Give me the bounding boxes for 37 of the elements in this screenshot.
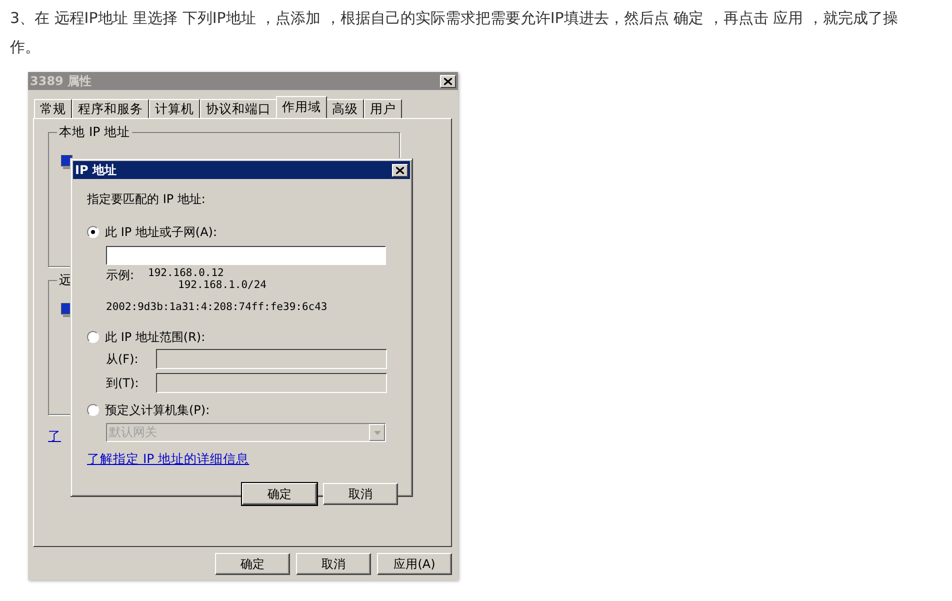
window-title: 3389 属性 xyxy=(30,72,92,90)
example-address: 192.168.0.12 xyxy=(148,267,225,279)
input-field[interactable] xyxy=(106,246,386,265)
help-link[interactable]: 了解指定 IP 地址的详细信息 xyxy=(87,451,250,468)
radio-button[interactable] xyxy=(87,331,99,343)
input-field[interactable] xyxy=(156,349,387,369)
close-button[interactable] xyxy=(392,164,408,176)
instruction-text: 3、在 远程IP地址 里选择 下列IP地址 ，点添加 ，根据自己的实际需求把需要允许IP填进去，然后点 确定 ，再点击 应用 ，就完成了操作。 xyxy=(9,8,899,58)
close-icon xyxy=(396,166,404,174)
dialog-button[interactable]: 取消 xyxy=(296,553,371,575)
example-address: 192.168.1.0/24 xyxy=(177,279,267,291)
tab[interactable]: 常规 xyxy=(34,99,72,118)
radio-button[interactable] xyxy=(87,404,99,416)
tab[interactable]: 用户 xyxy=(364,99,402,118)
dialog-button[interactable]: 取消 xyxy=(323,483,398,505)
option-label: 此 IP 地址或子网(A): xyxy=(105,224,218,240)
option-label: 此 IP 地址范围(R): xyxy=(105,328,206,346)
window-title: IP 地址 xyxy=(75,162,116,178)
tab[interactable]: 高级 xyxy=(326,99,364,118)
tab[interactable]: 作用域 xyxy=(276,96,327,118)
prompt-text: 指定要匹配的 IP 地址: xyxy=(87,191,206,208)
radio-button[interactable] xyxy=(87,226,99,238)
field-label: 到(T): xyxy=(106,374,140,392)
help-link[interactable]: 了 xyxy=(48,428,61,443)
example-label: 示例: xyxy=(106,267,136,284)
close-icon xyxy=(444,78,452,84)
caret-icon xyxy=(374,430,380,434)
tab[interactable]: 计算机 xyxy=(149,99,200,118)
close-button[interactable] xyxy=(440,74,456,88)
example-address: 2002:9d3b:1a31:4:208:74ff:fe39:6c43 xyxy=(106,301,328,313)
field-label: 从(F): xyxy=(106,350,140,368)
input-field[interactable] xyxy=(156,373,387,393)
dialog-button[interactable]: 确定 xyxy=(242,483,317,505)
option-label: 预定义计算机集(P): xyxy=(105,402,210,418)
dialog-button[interactable]: 应用(A) xyxy=(377,553,452,575)
tab[interactable]: 程序和服务 xyxy=(72,99,149,118)
dialog-button[interactable]: 确定 xyxy=(215,553,290,575)
